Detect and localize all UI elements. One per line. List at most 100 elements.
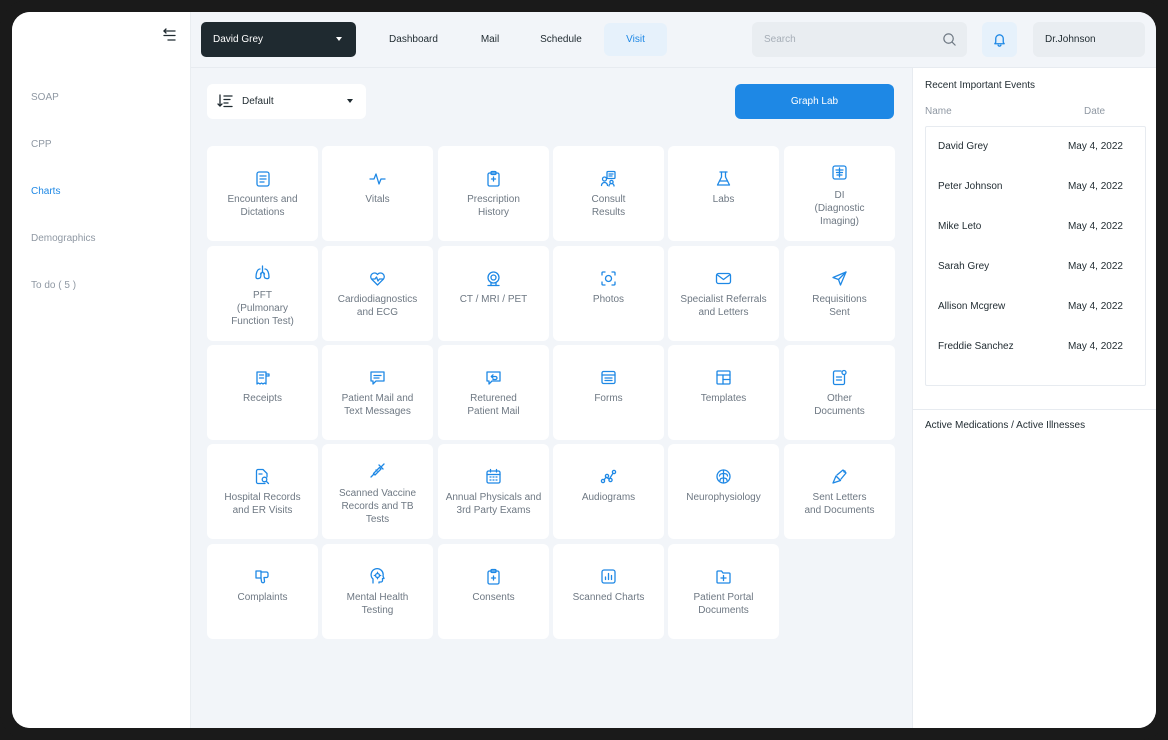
chart-tile[interactable]: Complaints xyxy=(207,544,318,639)
list-item[interactable]: Freddie Sanchez May 4, 2022 xyxy=(926,341,1147,361)
consult-icon xyxy=(600,170,617,187)
patient-selector[interactable]: David Grey xyxy=(201,22,356,57)
chart-tile[interactable]: Photos xyxy=(553,246,664,341)
chart-tile-label: CT / MRI / PET xyxy=(459,294,528,305)
chart-tile-label: Specialist Referrals and Letters xyxy=(680,294,767,318)
tab-schedule[interactable]: Schedule xyxy=(533,23,589,56)
chart-tile-label: PFT (Pulmonary Function Test) xyxy=(231,290,294,327)
chart-tile[interactable]: Scanned Vaccine Records and TB Tests xyxy=(322,444,433,539)
chart-tile[interactable]: DI (Diagnostic Imaging) xyxy=(784,146,895,241)
document-lines-icon xyxy=(254,170,271,187)
chart-tile-label: Forms xyxy=(594,393,623,404)
top-bar: David Grey Dashboard Mail Schedule Visit… xyxy=(191,12,1156,68)
document-search-icon xyxy=(254,468,271,485)
chart-tile[interactable]: Forms xyxy=(553,345,664,440)
chart-tile[interactable]: Hospital Records and ER Visits xyxy=(207,444,318,539)
xray-icon xyxy=(831,164,848,181)
list-item[interactable]: Mike Leto May 4, 2022 xyxy=(926,221,1147,241)
sidebar-item-cpp[interactable]: CPP xyxy=(31,139,52,150)
sidebar-item-soap[interactable]: SOAP xyxy=(31,92,59,103)
sort-selector[interactable]: Default xyxy=(207,84,366,119)
collapse-menu-icon[interactable] xyxy=(160,26,178,44)
event-name: Mike Leto xyxy=(938,221,982,232)
sidebar-item-demographics[interactable]: Demographics xyxy=(31,233,95,244)
chevron-down-icon xyxy=(347,99,353,103)
medical-folder-icon xyxy=(715,568,732,585)
chart-tile-label: Cardiodiagnostics and ECG xyxy=(337,294,418,318)
notifications-button[interactable] xyxy=(982,22,1017,57)
chart-tile[interactable]: Sent Letters and Documents xyxy=(784,444,895,539)
chart-tile-label: Vitals xyxy=(365,194,390,205)
tab-mail[interactable]: Mail xyxy=(466,23,514,56)
chart-tile[interactable]: Consult Results xyxy=(553,146,664,241)
chart-tile[interactable]: Annual Physicals and 3rd Party Exams xyxy=(438,444,549,539)
list-item[interactable]: Allison Mcgrew May 4, 2022 xyxy=(926,301,1147,321)
chart-tile[interactable]: Audiograms xyxy=(553,444,664,539)
scanner-icon xyxy=(485,270,502,287)
event-name: David Grey xyxy=(938,141,989,152)
chart-tile[interactable]: CT / MRI / PET xyxy=(438,246,549,341)
chart-tile-label: Hospital Records and ER Visits xyxy=(224,492,301,516)
envelope-icon xyxy=(715,270,732,287)
chart-tile[interactable]: Prescription History xyxy=(438,146,549,241)
chart-tile[interactable]: Requisitions Sent xyxy=(784,246,895,341)
search-icon[interactable] xyxy=(942,32,957,47)
chart-tile[interactable]: Patient Mail and Text Messages xyxy=(322,345,433,440)
charts-panel: Default Graph Lab Encounters and Dictati… xyxy=(191,68,912,728)
event-date: May 4, 2022 xyxy=(1067,261,1123,272)
search-input[interactable] xyxy=(752,22,932,57)
event-date: May 4, 2022 xyxy=(1067,341,1123,352)
list-item[interactable]: Sarah Grey May 4, 2022 xyxy=(926,261,1147,281)
send-icon xyxy=(831,270,848,287)
patient-name: David Grey xyxy=(213,34,264,45)
chart-tile[interactable]: PFT (Pulmonary Function Test) xyxy=(207,246,318,341)
event-name: Peter Johnson xyxy=(938,181,1003,192)
event-date: May 4, 2022 xyxy=(1067,301,1123,312)
tab-visit[interactable]: Visit xyxy=(604,23,667,56)
form-icon xyxy=(600,369,617,386)
list-item[interactable]: David Grey May 4, 2022 xyxy=(926,141,1147,161)
event-date: May 4, 2022 xyxy=(1067,221,1123,232)
chart-tile-label: Scanned Charts xyxy=(572,592,645,603)
chart-tile-label: Other Documents xyxy=(814,393,865,417)
graph-lab-button[interactable]: Graph Lab xyxy=(735,84,894,119)
chart-tile-label: Consult Results xyxy=(591,194,626,218)
heart-pulse-icon xyxy=(369,270,386,287)
camera-scan-icon xyxy=(600,270,617,287)
column-header-name: Name xyxy=(925,106,952,117)
event-name: Allison Mcgrew xyxy=(938,301,1006,312)
chart-tile[interactable]: Other Documents xyxy=(784,345,895,440)
clipboard-icon xyxy=(485,170,502,187)
heartbeat-icon xyxy=(369,170,386,187)
chart-tile[interactable]: Scanned Charts xyxy=(553,544,664,639)
tab-dashboard[interactable]: Dashboard xyxy=(380,23,447,56)
chart-tile-label: Audiograms xyxy=(581,492,636,503)
chart-tile[interactable]: Neurophysiology xyxy=(668,444,779,539)
chart-tile[interactable]: Receipts xyxy=(207,345,318,440)
chart-tile-label: Prescription History xyxy=(467,194,520,218)
sidebar-item-todo[interactable]: To do ( 5 ) xyxy=(31,280,76,291)
chevron-down-icon xyxy=(336,37,342,41)
user-menu-button[interactable]: Dr.Johnson xyxy=(1033,22,1145,57)
search-box xyxy=(752,22,967,57)
app-screen: SOAP CPP Charts Demographics To do ( 5 )… xyxy=(12,12,1156,728)
chart-tile[interactable]: Labs xyxy=(668,146,779,241)
list-item[interactable]: Peter Johnson May 4, 2022 xyxy=(926,181,1147,201)
chart-tile[interactable]: Templates xyxy=(668,345,779,440)
sort-icon xyxy=(217,94,233,108)
sidebar-item-charts[interactable]: Charts xyxy=(31,186,60,197)
chart-tile[interactable]: Encounters and Dictations xyxy=(207,146,318,241)
clipboard-plus-icon xyxy=(485,568,502,585)
chart-tile[interactable]: Specialist Referrals and Letters xyxy=(668,246,779,341)
event-date: May 4, 2022 xyxy=(1067,141,1123,152)
chart-tile-label: Returened Patient Mail xyxy=(467,393,520,417)
chart-tile-label: Annual Physicals and 3rd Party Exams xyxy=(445,492,542,516)
chart-tile[interactable]: Vitals xyxy=(322,146,433,241)
chart-tile[interactable]: Mental Health Testing xyxy=(322,544,433,639)
chart-tile[interactable]: Consents xyxy=(438,544,549,639)
chart-tile[interactable]: Returened Patient Mail xyxy=(438,345,549,440)
chart-tile[interactable]: Patient Portal Documents xyxy=(668,544,779,639)
right-panel: Recent Important Events Name Date David … xyxy=(912,68,1156,728)
chart-tile[interactable]: Cardiodiagnostics and ECG xyxy=(322,246,433,341)
template-icon xyxy=(715,369,732,386)
